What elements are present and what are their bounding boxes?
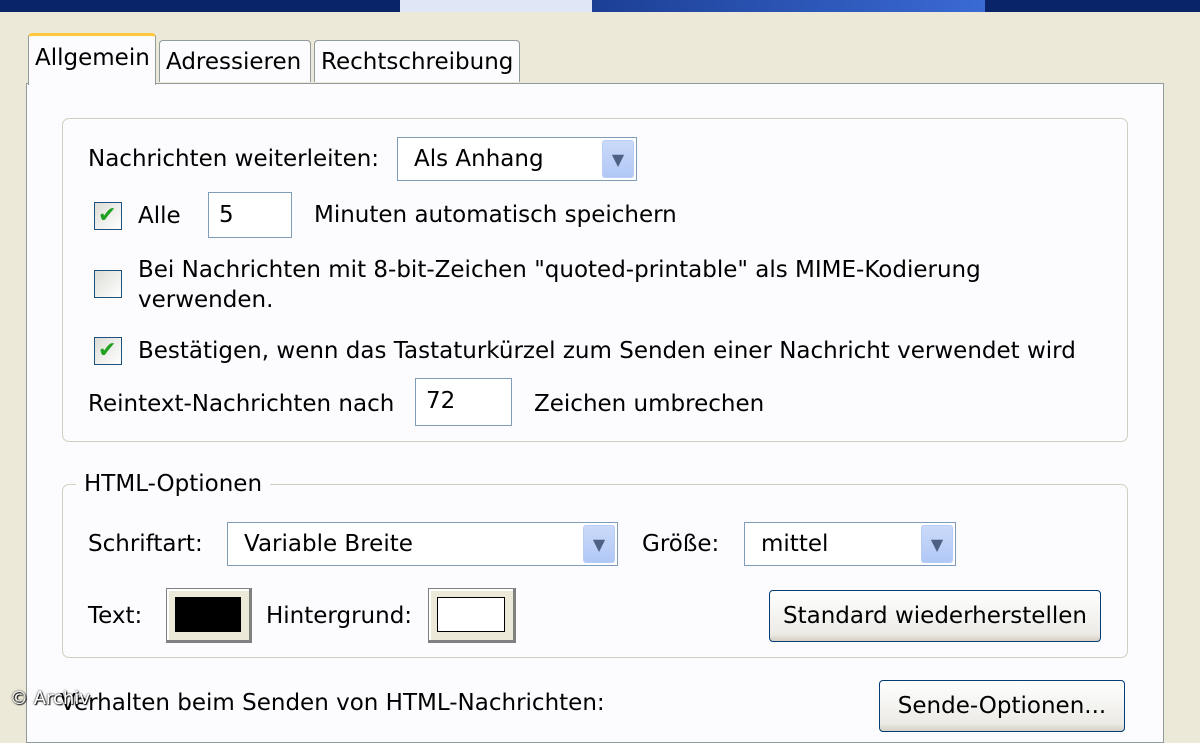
title-bar-strip xyxy=(0,0,1200,12)
size-select-value: mittel xyxy=(761,531,829,557)
autosave-suffix: Minuten automatisch speichern xyxy=(314,202,677,228)
forward-select-value: Als Anhang xyxy=(414,146,544,172)
chevron-down-icon[interactable]: ▼ xyxy=(602,140,634,178)
chevron-down-icon[interactable]: ▼ xyxy=(583,525,615,563)
tab-label: Allgemein xyxy=(35,44,150,71)
font-select[interactable]: Variable Breite ▼ xyxy=(227,522,618,566)
forward-select[interactable]: Als Anhang ▼ xyxy=(397,137,637,181)
quoted-printable-checkbox[interactable] xyxy=(94,270,122,298)
font-label: Schriftart: xyxy=(88,531,203,557)
quoted-printable-label-line1: Bei Nachrichten mit 8-bit-Zeichen "quote… xyxy=(138,257,981,283)
confirm-shortcut-checkbox[interactable]: ✔ xyxy=(94,337,122,365)
tab-label: Rechtschreibung xyxy=(321,48,514,75)
quoted-printable-label-line2: verwenden. xyxy=(138,287,274,313)
autosave-checkbox[interactable]: ✔ xyxy=(94,202,122,230)
size-label: Größe: xyxy=(642,531,720,557)
wrap-chars-value: 72 xyxy=(426,388,456,414)
send-options-label: Sende-Optionen... xyxy=(897,693,1107,719)
tab-allgemein[interactable]: Allgemein xyxy=(28,33,156,85)
autosave-minutes-value: 5 xyxy=(219,202,234,228)
text-color-button[interactable] xyxy=(166,588,252,643)
text-color-label: Text: xyxy=(88,603,143,629)
send-behavior-label: Verhalten beim Senden von HTML-Nachricht… xyxy=(60,690,605,716)
wrap-label: Reintext-Nachrichten nach xyxy=(88,391,395,417)
background-color-button[interactable] xyxy=(428,588,516,643)
tab-label: Adressieren xyxy=(166,48,302,75)
html-options-legend: HTML-Optionen xyxy=(76,471,271,497)
archive-watermark: © Archiv xyxy=(10,688,90,709)
wrap-suffix: Zeichen umbrechen xyxy=(534,391,765,417)
checkmark-icon: ✔ xyxy=(98,203,117,228)
confirm-shortcut-label: Bestätigen, wenn das Tastaturkürzel zum … xyxy=(138,338,1076,364)
tab-rechtschreibung[interactable]: Rechtschreibung xyxy=(314,40,520,82)
text-color-swatch xyxy=(175,597,241,632)
restore-defaults-button[interactable]: Standard wiederherstellen xyxy=(769,590,1101,642)
checkmark-icon: ✔ xyxy=(98,338,117,363)
size-select[interactable]: mittel ▼ xyxy=(744,522,956,566)
background-color-swatch xyxy=(437,597,505,632)
restore-defaults-label: Standard wiederherstellen xyxy=(783,603,1087,629)
autosave-label: Alle xyxy=(138,203,181,229)
font-select-value: Variable Breite xyxy=(244,531,413,557)
autosave-minutes-input[interactable]: 5 xyxy=(208,192,292,238)
forward-label: Nachrichten weiterleiten: xyxy=(88,146,380,172)
chevron-down-icon[interactable]: ▼ xyxy=(921,525,953,563)
send-options-button[interactable]: Sende-Optionen... xyxy=(879,680,1125,732)
wrap-chars-input[interactable]: 72 xyxy=(415,378,512,426)
background-color-label: Hintergrund: xyxy=(266,603,413,629)
tab-adressieren[interactable]: Adressieren xyxy=(159,40,311,82)
